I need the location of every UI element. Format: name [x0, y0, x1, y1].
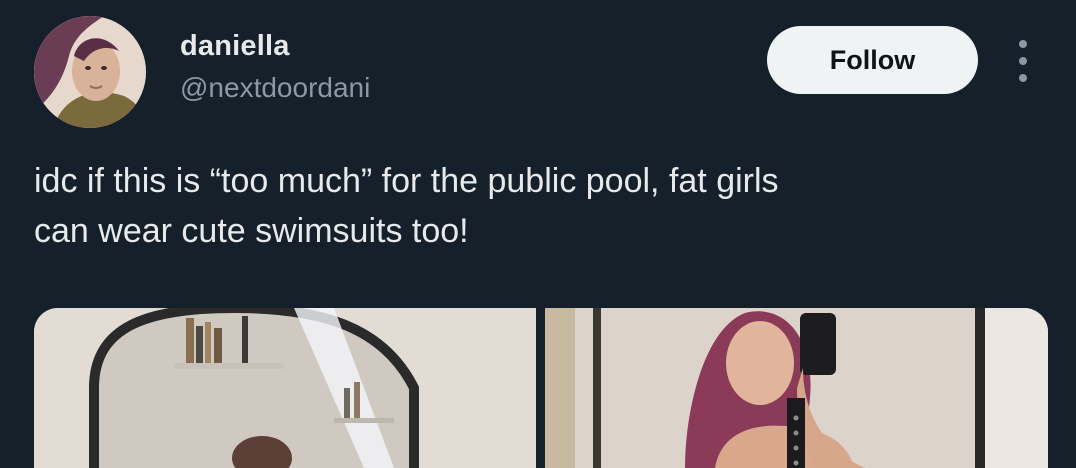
media-image-1[interactable]	[34, 308, 536, 468]
follow-button[interactable]: Follow	[767, 26, 978, 94]
user-handle[interactable]: @nextdoordani	[180, 72, 370, 104]
media-image-2[interactable]	[545, 308, 1048, 468]
display-name[interactable]: daniella	[180, 30, 290, 63]
avatar[interactable]	[34, 16, 146, 128]
photo-mirror-room	[34, 308, 536, 468]
more-vertical-icon	[1019, 40, 1027, 48]
photo-mirror-selfie	[545, 308, 1048, 468]
tweet-text-line-1: idc if this is “too much” for the public…	[34, 162, 779, 200]
more-vertical-icon-dot-2	[1019, 57, 1027, 65]
avatar-photo	[34, 16, 146, 128]
tweet-card: daniella @nextdoordani Follow idc if thi…	[0, 0, 1076, 468]
more-vertical-icon-dot-3	[1019, 74, 1027, 82]
tweet-text-line-2: can wear cute swimsuits too!	[34, 212, 469, 250]
more-options-button[interactable]	[1008, 40, 1038, 82]
tweet-text: idc if this is “too much” for the public…	[34, 156, 1034, 256]
